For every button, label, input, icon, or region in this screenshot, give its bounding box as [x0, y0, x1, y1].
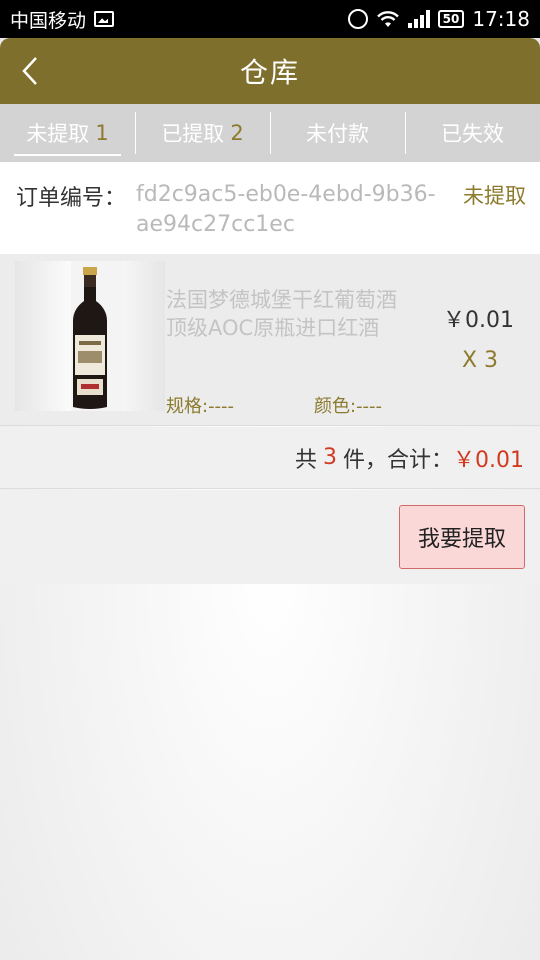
tab-expired[interactable]: 已失效 — [405, 104, 540, 162]
product-item[interactable]: 法国梦德城堡干红葡萄酒 顶级AOC原瓶进口红酒 规格:---- 颜色:---- … — [0, 254, 540, 426]
product-spec: 规格:---- — [166, 396, 235, 417]
tab-bar: 未提取 1 已提取 2 未付款 已失效 — [0, 104, 540, 162]
tab-label: 未提取 — [26, 122, 90, 146]
wine-bottle-image — [71, 261, 123, 411]
order-number-label: 订单编号： — [16, 186, 127, 211]
order-status: 未提取 — [463, 184, 526, 208]
tab-unpaid[interactable]: 未付款 — [270, 104, 405, 162]
product-name[interactable]: 法国梦德城堡干红葡萄酒 顶级AOC原瓶进口红酒 — [166, 286, 418, 342]
carrier-name: 中国移动 — [10, 9, 87, 32]
summary-count: 3 — [322, 445, 337, 470]
action-row: 我要提取 — [0, 490, 540, 584]
tab-label: 已提取 — [161, 122, 225, 146]
status-left: 中国移动 — [10, 6, 115, 33]
alarm-icon — [347, 9, 368, 29]
signal-icon — [407, 10, 430, 28]
page-title: 仓库 — [239, 56, 300, 89]
tab-label: 已失效 — [441, 122, 504, 146]
summary-middle: 件，合计： — [342, 447, 453, 473]
product-image[interactable] — [15, 261, 165, 411]
image-notification-icon — [94, 11, 115, 27]
tab-label: 未付款 — [306, 122, 369, 146]
clock: 17:18 — [472, 7, 530, 31]
product-color: 颜色:---- — [314, 396, 383, 417]
battery-icon: 50 — [437, 10, 465, 28]
app-header: 仓库 — [0, 38, 540, 104]
product-price: ￥0.01 — [443, 308, 514, 333]
order-number: fd2c9ac5-eb0e-4ebd-9b36-ae94c27cc1ec — [136, 182, 436, 237]
extract-button[interactable]: 我要提取 — [399, 505, 525, 569]
product-quantity: X 3 — [461, 348, 498, 373]
status-right: 50 17:18 — [347, 7, 530, 31]
wifi-icon — [376, 11, 399, 27]
status-bar: 中国移动 50 17:18 — [0, 0, 540, 38]
summary-prefix: 共 — [294, 447, 317, 473]
summary-total: ￥0.01 — [453, 447, 524, 473]
tab-extracted[interactable]: 已提取 2 — [135, 104, 270, 162]
order-header: 订单编号： fd2c9ac5-eb0e-4ebd-9b36-ae94c27cc1… — [0, 162, 540, 254]
order-summary: 共 3 件，合计： ￥0.01 — [0, 427, 540, 489]
back-button[interactable] — [10, 48, 50, 94]
tab-count: 2 — [230, 121, 244, 145]
chevron-left-icon — [22, 57, 37, 85]
tab-unextracted[interactable]: 未提取 1 — [0, 104, 135, 162]
tab-count: 1 — [95, 121, 109, 145]
